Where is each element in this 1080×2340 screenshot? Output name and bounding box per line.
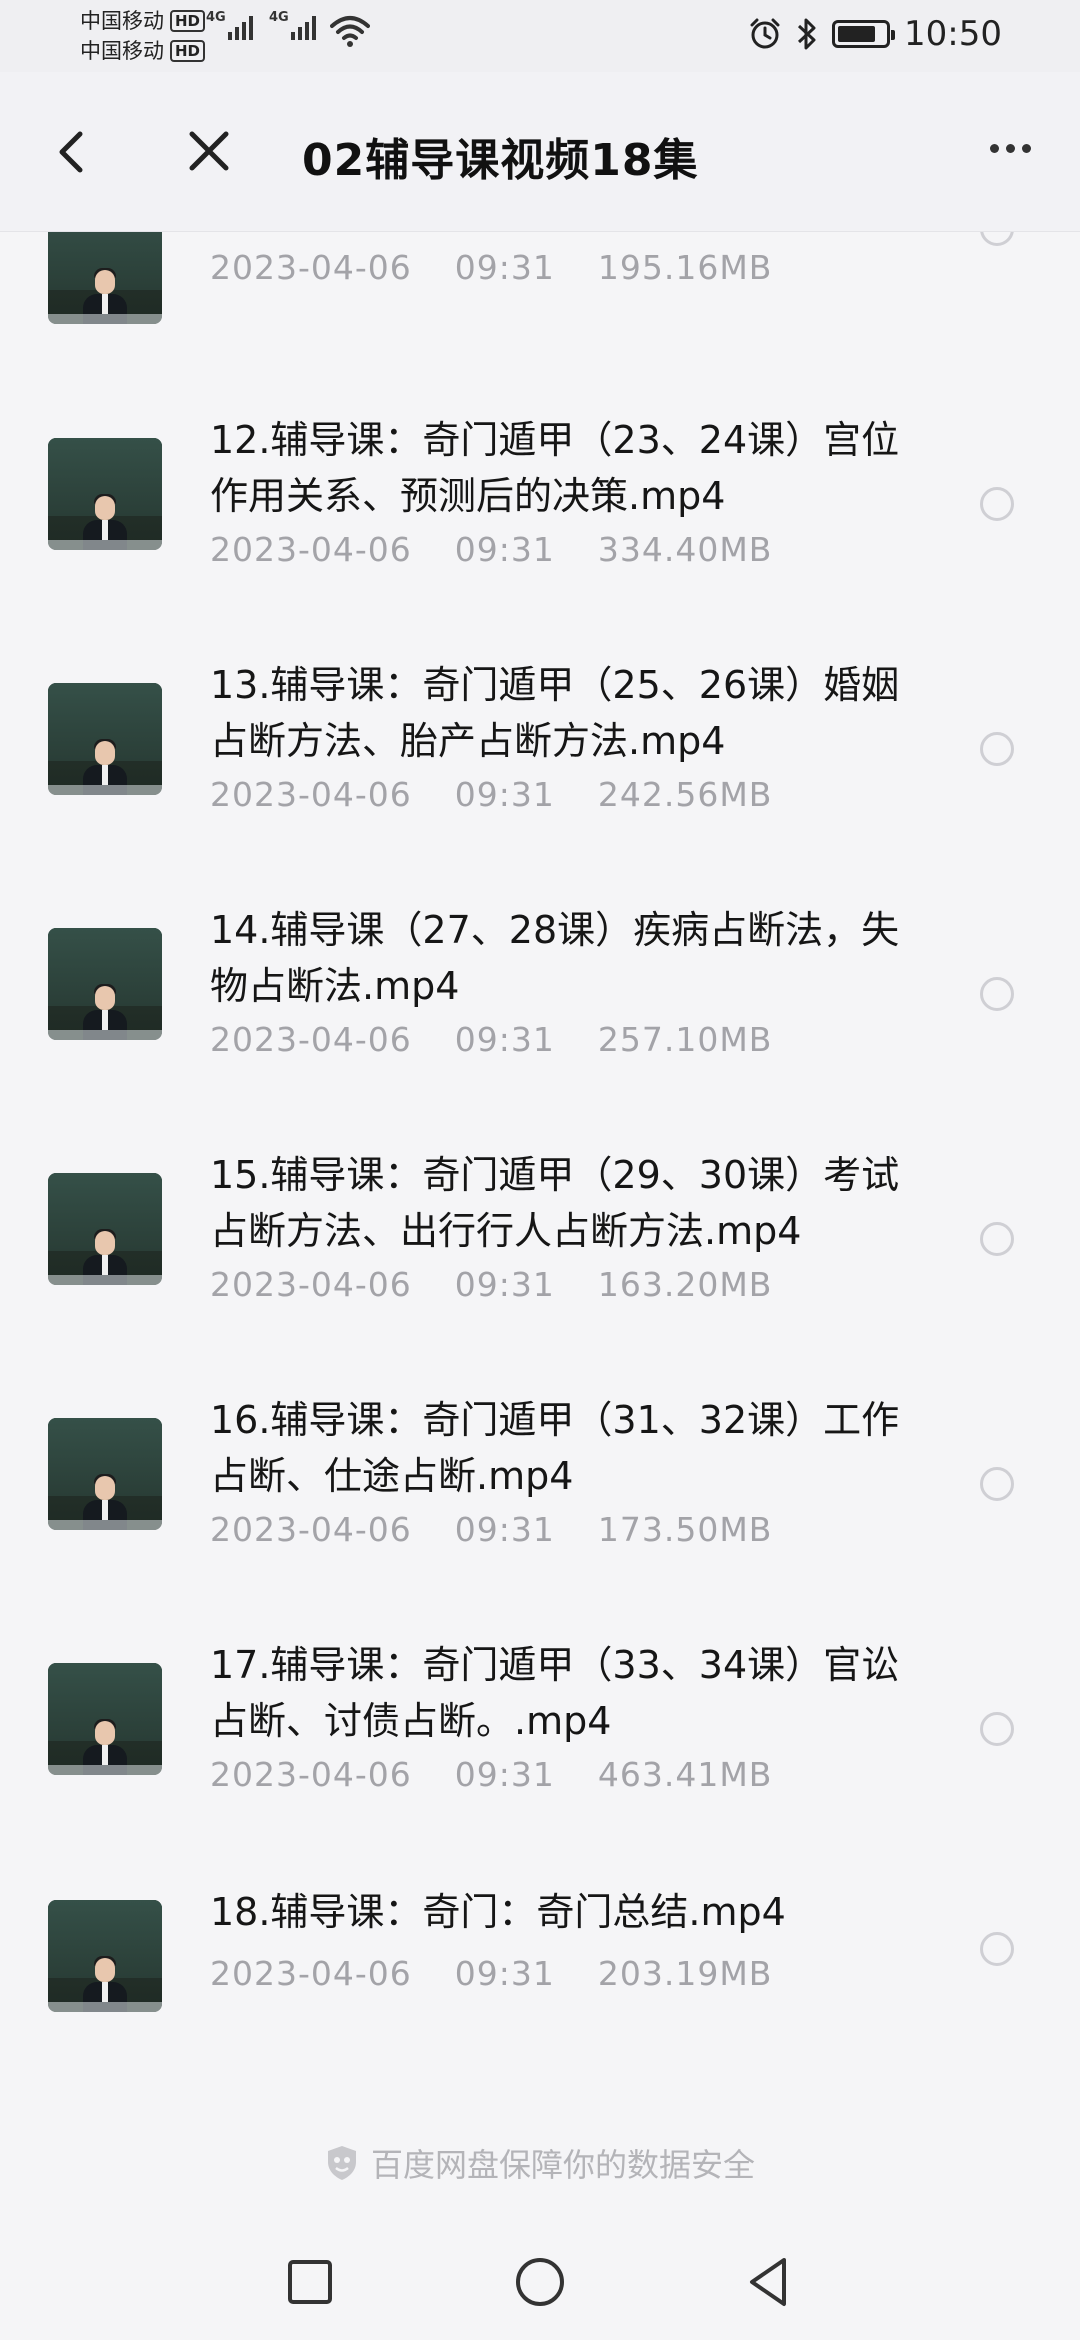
file-list-item[interactable]: 断奇门的基本思路，定应期.mp42023-04-06 09:31 195.16M… xyxy=(0,232,1080,417)
status-right: 10:50 xyxy=(748,14,1002,54)
video-thumbnail xyxy=(48,1663,162,1775)
carrier-2: 中国移动 xyxy=(80,39,164,63)
file-size: 242.56MB xyxy=(597,775,773,814)
network-type-1: 4G xyxy=(206,10,226,25)
file-name: 16.辅导课：奇门遁甲（31、32课）工作占断、仕途占断.mp4 xyxy=(210,1398,900,1498)
select-radio[interactable] xyxy=(980,732,1014,766)
video-thumbnail xyxy=(48,1418,162,1530)
home-button[interactable] xyxy=(510,2252,570,2312)
file-list-item[interactable]: 13.辅导课：奇门遁甲（25、26课）婚姻占断方法、胎产占断方法.mp4 2023… xyxy=(0,637,1080,882)
video-thumbnail xyxy=(48,928,162,1040)
select-radio[interactable] xyxy=(980,977,1014,1011)
file-date: 2023-04-06 09:31 xyxy=(210,1954,555,1993)
video-thumbnail xyxy=(48,683,162,795)
more-options-button[interactable] xyxy=(974,112,1046,184)
signal-indicators: 4G 4G xyxy=(206,10,316,40)
file-meta: 2023-04-06 09:31 242.56MB xyxy=(210,775,772,814)
file-date: 2023-04-06 09:31 xyxy=(210,1020,555,1059)
select-radio[interactable] xyxy=(980,487,1014,521)
file-list-item[interactable]: 12.辅导课：奇门遁甲（23、24课）宫位作用关系、预测后的决策.mp4 2023… xyxy=(0,392,1080,637)
more-dot-icon xyxy=(1005,143,1015,153)
file-size: 463.41MB xyxy=(597,1755,773,1794)
recent-apps-button[interactable] xyxy=(280,2252,340,2312)
security-note: 百度网盘保障你的数据安全 xyxy=(0,2138,1080,2188)
file-name: 15.辅导课：奇门遁甲（29、30课）考试占断方法、出行行人占断方法.mp4 xyxy=(210,1153,900,1253)
file-name: 13.辅导课：奇门遁甲（25、26课）婚姻占断方法、胎产占断方法.mp4 xyxy=(210,663,900,763)
file-list-item[interactable]: 15.辅导课：奇门遁甲（29、30课）考试占断方法、出行行人占断方法.mp4 20… xyxy=(0,1127,1080,1372)
bluetooth-icon xyxy=(797,18,816,50)
file-date: 2023-04-06 09:31 xyxy=(210,248,555,287)
video-thumbnail xyxy=(48,438,162,550)
select-radio[interactable] xyxy=(980,1712,1014,1746)
top-nav-header: 02辅导课视频18集 xyxy=(0,72,1080,232)
file-name: 17.辅导课：奇门遁甲（33、34课）官讼占断、讨债占断。.mp4 xyxy=(210,1643,900,1743)
file-meta: 2023-04-06 09:31 257.10MB xyxy=(210,1020,772,1059)
file-meta: 2023-04-06 09:31 173.50MB xyxy=(210,1510,772,1549)
file-meta: 2023-04-06 09:31 195.16MB xyxy=(210,248,772,287)
status-bar: 中国移动 HD 中国移动 HD 4G 4G 10:50 xyxy=(0,0,1080,72)
select-radio[interactable] xyxy=(980,232,1014,246)
alarm-icon xyxy=(750,18,780,49)
system-back-button[interactable] xyxy=(740,2252,800,2312)
file-date: 2023-04-06 09:31 xyxy=(210,530,555,569)
network-type-2: 4G xyxy=(269,10,289,25)
file-date: 2023-04-06 09:31 xyxy=(210,1755,555,1794)
file-size: 334.40MB xyxy=(597,530,773,569)
select-radio[interactable] xyxy=(980,1932,1014,1966)
file-size: 203.19MB xyxy=(597,1954,773,1993)
battery-fill xyxy=(838,26,876,42)
file-meta: 2023-04-06 09:31 203.19MB xyxy=(210,1954,772,1993)
carrier-info: 中国移动 HD 中国移动 HD xyxy=(80,6,206,66)
shield-icon xyxy=(327,2146,356,2180)
security-note-text: 百度网盘保障你的数据安全 xyxy=(370,2146,755,2184)
file-meta: 2023-04-06 09:31 163.20MB xyxy=(210,1265,772,1304)
clock-time: 10:50 xyxy=(904,14,1002,54)
system-nav-bar xyxy=(0,2220,1080,2340)
file-name: 18.辅导课：奇门：奇门总结.mp4 xyxy=(210,1890,786,1934)
select-radio[interactable] xyxy=(980,1222,1014,1256)
back-button[interactable] xyxy=(50,122,94,182)
select-radio[interactable] xyxy=(980,1467,1014,1501)
file-meta: 2023-04-06 09:31 463.41MB xyxy=(210,1755,772,1794)
video-thumbnail xyxy=(48,1900,162,2012)
video-thumbnail xyxy=(48,232,162,324)
hd-badge-2: HD xyxy=(170,40,206,62)
more-dot-icon xyxy=(1021,143,1031,153)
file-list-item[interactable]: 14.辅导课（27、28课）疾病占断法，失物占断法.mp4 2023-04-06 … xyxy=(0,882,1080,1127)
close-button[interactable] xyxy=(186,124,232,180)
file-date: 2023-04-06 09:31 xyxy=(210,775,555,814)
file-date: 2023-04-06 09:31 xyxy=(210,1510,555,1549)
file-name: 14.辅导课（27、28课）疾病占断法，失物占断法.mp4 xyxy=(210,908,900,1008)
signal-icon-2: 4G xyxy=(269,10,316,40)
more-dot-icon xyxy=(989,143,999,153)
page-title: 02辅导课视频18集 xyxy=(302,135,699,186)
app-root: 中国移动 HD 中国移动 HD 4G 4G 10:50 02辅导课视频18集 2… xyxy=(0,0,1080,2340)
signal-icon-1: 4G xyxy=(206,10,253,40)
file-list-item[interactable]: 17.辅导课：奇门遁甲（33、34课）官讼占断、讨债占断。.mp4 2023-04… xyxy=(0,1617,1080,1862)
file-size: 195.16MB xyxy=(597,248,773,287)
file-name: 12.辅导课：奇门遁甲（23、24课）宫位作用关系、预测后的决策.mp4 xyxy=(210,418,900,518)
carrier-1: 中国移动 xyxy=(80,9,164,33)
file-list: 断奇门的基本思路，定应期.mp42023-04-06 09:31 195.16M… xyxy=(0,232,1080,2062)
wifi-icon xyxy=(330,16,370,47)
file-size: 173.50MB xyxy=(597,1510,773,1549)
file-size: 163.20MB xyxy=(597,1265,773,1304)
hd-badge-1: HD xyxy=(170,10,206,32)
file-list-item[interactable]: 16.辅导课：奇门遁甲（31、32课）工作占断、仕途占断.mp4 2023-04-… xyxy=(0,1372,1080,1617)
file-list-item[interactable]: 18.辅导课：奇门：奇门总结.mp4 2023-04-06 09:31 203.1… xyxy=(0,1862,1080,2062)
video-thumbnail xyxy=(48,1173,162,1285)
battery-icon xyxy=(832,20,896,48)
file-date: 2023-04-06 09:31 xyxy=(210,1265,555,1304)
file-size: 257.10MB xyxy=(597,1020,773,1059)
file-meta: 2023-04-06 09:31 334.40MB xyxy=(210,530,772,569)
